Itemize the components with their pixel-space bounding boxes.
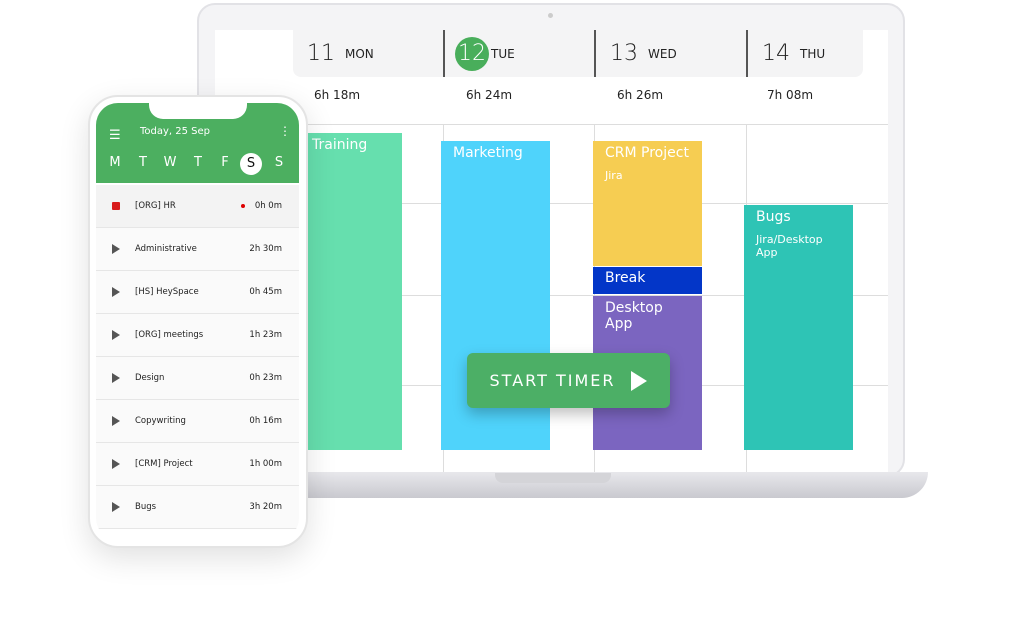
day-header-tue[interactable]: 12 TUE: [443, 30, 594, 77]
play-icon[interactable]: [112, 244, 122, 254]
event-bugs[interactable]: Bugs Jira/Desktop App: [744, 205, 853, 450]
event-training[interactable]: Training: [300, 133, 402, 450]
entry-label: [HS] HeySpace: [135, 287, 199, 297]
weekday-4[interactable]: F: [214, 155, 236, 170]
time-entry-row[interactable]: Administrative 2h 30m: [96, 228, 299, 271]
entry-time: 0h 16m: [249, 416, 282, 426]
day-number: 13: [610, 41, 638, 66]
day-number: 11: [307, 41, 335, 66]
time-entry-row[interactable]: Bugs 3h 20m: [96, 486, 299, 529]
weekday-3[interactable]: T: [187, 155, 209, 170]
time-entry-row[interactable]: [ORG] meetings 1h 23m: [96, 314, 299, 357]
stop-icon[interactable]: [112, 202, 122, 210]
phone-title: Today, 25 Sep: [140, 126, 211, 137]
day-name: TUE: [491, 46, 515, 61]
entry-label: Design: [135, 373, 165, 383]
phone-header: ☰ Today, 25 Sep ⋮ MTWTFSS: [96, 103, 299, 183]
entry-label: Administrative: [135, 244, 197, 254]
play-icon[interactable]: [112, 373, 122, 383]
weekday-2[interactable]: W: [159, 155, 181, 170]
entry-time: 0h 23m: [249, 373, 282, 383]
event-title: Break: [605, 270, 646, 286]
day-total: 6h 18m: [314, 88, 361, 102]
time-entry-row[interactable]: [CRM] Project 1h 00m: [96, 443, 299, 486]
laptop-camera: [548, 13, 553, 18]
entry-time: 1h 00m: [249, 459, 282, 469]
play-icon[interactable]: [112, 459, 122, 469]
recording-dot-icon: [240, 204, 245, 208]
start-timer-button[interactable]: START TIMER: [467, 353, 670, 408]
weekday-0[interactable]: M: [104, 155, 126, 170]
day-header-mon[interactable]: 11 MON: [293, 30, 443, 77]
play-icon[interactable]: [112, 502, 122, 512]
day-number: 14: [762, 41, 790, 66]
menu-icon[interactable]: ☰: [109, 128, 121, 143]
day-total: 6h 26m: [617, 88, 664, 102]
entry-time: 1h 23m: [249, 330, 282, 340]
entry-time: 0h 45m: [249, 287, 282, 297]
event-subtitle: Jira/Desktop App: [756, 233, 823, 259]
event-title: Training: [312, 137, 368, 153]
time-entry-row[interactable]: [ORG] HR 0h 0m: [96, 185, 299, 228]
day-name: MON: [345, 46, 374, 61]
entry-label: Copywriting: [135, 416, 186, 426]
more-vert-icon[interactable]: ⋮: [279, 124, 291, 138]
event-title: Desktop App: [605, 300, 663, 332]
phone-notch: [149, 103, 247, 119]
time-entry-row[interactable]: [HS] HeySpace 0h 45m: [96, 271, 299, 314]
day-total: 6h 24m: [466, 88, 513, 102]
grid-line: [293, 124, 888, 125]
play-icon[interactable]: [112, 287, 122, 297]
event-title: Marketing: [453, 145, 523, 161]
entry-label: [ORG] HR: [135, 201, 176, 211]
phone-screen: ☰ Today, 25 Sep ⋮ MTWTFSS [ORG] HR 0h 0m…: [96, 103, 299, 540]
weekday-6[interactable]: S: [268, 155, 290, 170]
time-entry-row[interactable]: Design 0h 23m: [96, 357, 299, 400]
event-break[interactable]: Break: [593, 267, 702, 294]
day-header-wed[interactable]: 13 WED: [594, 30, 746, 77]
day-name: THU: [800, 46, 826, 61]
time-entry-row[interactable]: Copywriting 0h 16m: [96, 400, 299, 443]
entry-time: 0h 0m: [254, 201, 282, 211]
day-header-thu[interactable]: 14 THU: [746, 30, 863, 77]
day-total: 7h 08m: [767, 88, 814, 102]
event-crm-project[interactable]: CRM Project Jira: [593, 141, 702, 266]
event-title: CRM Project: [605, 145, 689, 161]
entry-time: 3h 20m: [249, 502, 282, 512]
weekday-1[interactable]: T: [132, 155, 154, 170]
entry-label: [CRM] Project: [135, 459, 193, 469]
event-subtitle: Jira: [605, 169, 623, 182]
play-icon: [631, 370, 648, 391]
play-icon[interactable]: [112, 416, 122, 426]
event-title: Bugs: [756, 209, 791, 225]
day-number-today: 12: [455, 36, 489, 71]
entry-time: 2h 30m: [249, 244, 282, 254]
entry-label: [ORG] meetings: [135, 330, 204, 340]
laptop-notch: [495, 473, 611, 483]
entry-label: Bugs: [135, 502, 157, 512]
weekday-5[interactable]: S: [240, 153, 262, 175]
start-timer-label: START TIMER: [489, 371, 616, 390]
day-name: WED: [648, 46, 677, 61]
play-icon[interactable]: [112, 330, 122, 340]
